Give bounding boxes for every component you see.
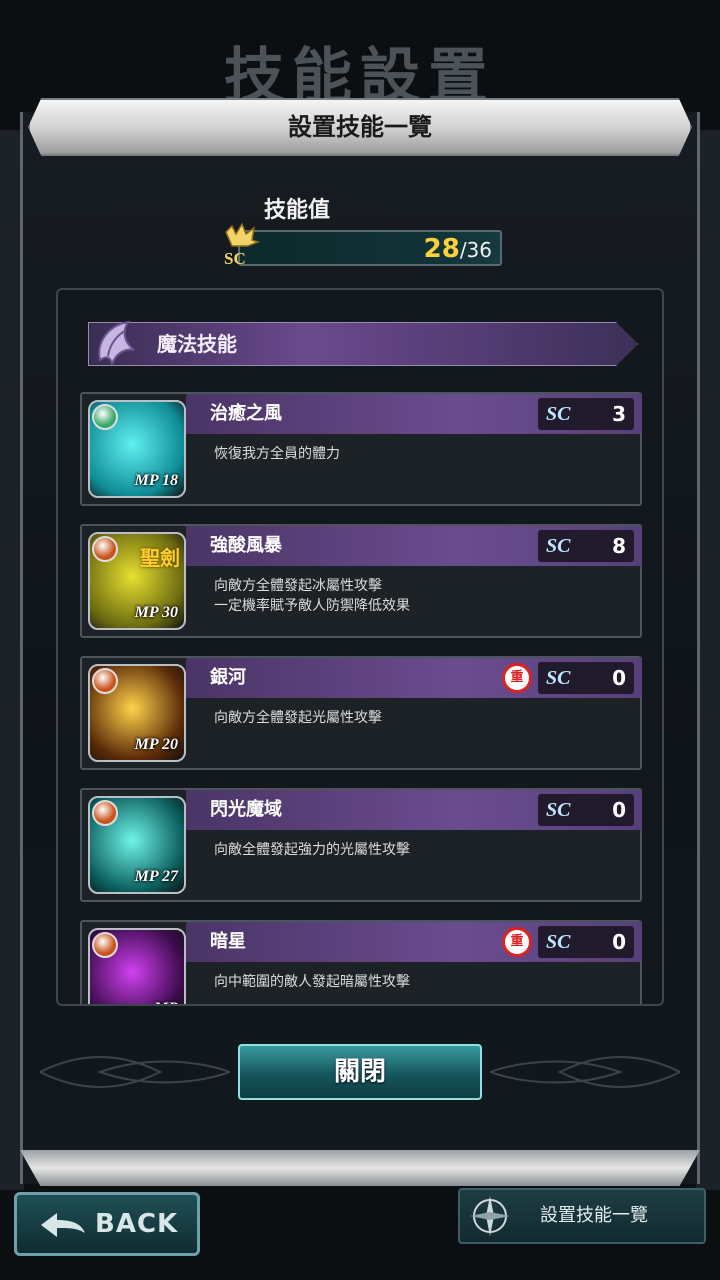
skill-description: 向中範圍的敵人發起暗屬性攻擊 (214, 974, 410, 990)
back-button[interactable]: BACK (14, 1192, 200, 1256)
skill-sc-cost: SC 3 (538, 398, 634, 430)
element-orb-icon (92, 668, 118, 694)
element-orb-icon (92, 404, 118, 430)
skill-sc-value: 8 (612, 534, 626, 558)
skill-card[interactable]: MP 18 治癒之風 SC 3 恢復我方全員的體力 (80, 392, 642, 506)
skill-sc-tag: SC (546, 535, 571, 557)
element-orb-icon (92, 800, 118, 826)
skill-mp-tag: MP (134, 472, 158, 489)
skill-name: 閃光魔域 (210, 799, 282, 820)
close-button[interactable]: 關閉 (238, 1044, 482, 1100)
skill-sc-cost: SC 0 (538, 794, 634, 826)
left-ornament (40, 1056, 230, 1088)
category-label: 魔法技能 (157, 332, 237, 356)
skill-points-max: /36 (459, 238, 492, 262)
modal-title: 設置技能一覽 (28, 98, 692, 156)
skill-sc-value: 0 (612, 930, 626, 954)
skill-mp-tag: MP (154, 1000, 178, 1004)
skill-thumbnail: MP (88, 928, 186, 1004)
skill-mp-cost: MP 27 (135, 868, 178, 886)
footer-tab-label: 設置技能一覽 (540, 1205, 648, 1226)
skill-mp-value: 30 (162, 604, 178, 621)
element-orb-icon (92, 932, 118, 958)
skill-card[interactable]: MP 20 銀河 重 SC 0 向敵方全體發起光屬性攻擊 (80, 656, 642, 770)
skill-thumbnail: MP 27 (88, 796, 186, 894)
skill-points-current: 28 (423, 234, 460, 264)
skill-points-label: 技能值 (264, 198, 331, 223)
modal-bottom-trim (20, 1150, 700, 1186)
skill-mp-value: 27 (162, 868, 178, 885)
skill-mp-value: 20 (162, 736, 178, 753)
right-ornament (490, 1056, 680, 1088)
skill-points-bar: 28/36 (238, 230, 502, 266)
footer-tab-skill-list[interactable]: 設置技能一覽 (458, 1188, 706, 1244)
skill-name: 暗星 (210, 931, 246, 952)
skill-sc-value: 0 (612, 666, 626, 690)
skill-card[interactable]: MP 27 閃光魔域 SC 0 向敵全體發起強力的光屬性攻擊 (80, 788, 642, 902)
skill-name: 強酸風暴 (210, 535, 282, 556)
element-orb-icon (92, 536, 118, 562)
skill-mp-cost: MP 18 (135, 472, 178, 490)
skill-sc-cost: SC 0 (538, 926, 634, 958)
skill-sc-tag: SC (546, 667, 571, 689)
skill-description: 恢復我方全員的體力 (214, 446, 340, 462)
skill-mp-value: 18 (162, 472, 178, 489)
skill-description: 向敵方全體發起光屬性攻擊 (214, 710, 382, 726)
skill-name: 治癒之風 (210, 403, 282, 424)
skill-card[interactable]: MP 暗星 重 SC 0 向中範圍的敵人發起暗屬性攻擊 (80, 920, 642, 1004)
skill-thumbnail: 聖劍 MP 30 (88, 532, 186, 630)
category-header: 魔法技能 (88, 322, 638, 366)
skill-mp-cost: MP 20 (135, 736, 178, 754)
compass-icon (470, 1196, 510, 1236)
skill-sc-cost: SC 8 (538, 530, 634, 562)
heavy-badge-icon: 重 (502, 663, 532, 693)
magic-wing-icon (98, 320, 135, 368)
back-arrow-icon (41, 1213, 85, 1237)
skill-thumbnail: MP 18 (88, 400, 186, 498)
skill-sc-value: 0 (612, 798, 626, 822)
skill-mp-cost: MP 30 (135, 604, 178, 622)
skill-mp-tag: MP (134, 604, 158, 621)
skill-sc-tag: SC (546, 799, 571, 821)
heavy-badge-icon: 重 (502, 927, 532, 957)
back-label: BACK (95, 1209, 179, 1239)
skill-points-value: 28/36 (424, 232, 492, 264)
skill-description: 向敵全體發起強力的光屬性攻擊 (214, 842, 410, 858)
skill-mp-tag: MP (134, 736, 158, 753)
skill-card[interactable]: 聖劍 MP 30 強酸風暴 SC 8 向敵方全體發起冰屬性攻擊 一定機率賦予敵人防禦降低效… (80, 524, 642, 638)
skill-kanji-badge: 聖劍 (140, 546, 180, 570)
skill-mp-tag: MP (134, 868, 158, 885)
skill-list-panel[interactable]: 魔法技能 MP 18 治癒之風 SC 3 恢復我方全員的體力 聖劍 MP 30 強酸風暴 SC 8… (56, 288, 664, 1006)
skill-description: 向敵方全體發起冰屬性攻擊 一定機率賦予敵人防禦降低效果 (214, 578, 410, 614)
skill-sc-tag: SC (546, 403, 571, 425)
hand-sc-icon: SC (224, 222, 261, 268)
skill-sc-value: 3 (612, 402, 626, 426)
skill-name: 銀河 (210, 667, 246, 688)
svg-text:SC: SC (224, 249, 246, 268)
skill-sc-cost: SC 0 (538, 662, 634, 694)
skill-thumbnail: MP 20 (88, 664, 186, 762)
skill-sc-tag: SC (546, 931, 571, 953)
skill-mp-cost: MP (154, 1000, 178, 1004)
